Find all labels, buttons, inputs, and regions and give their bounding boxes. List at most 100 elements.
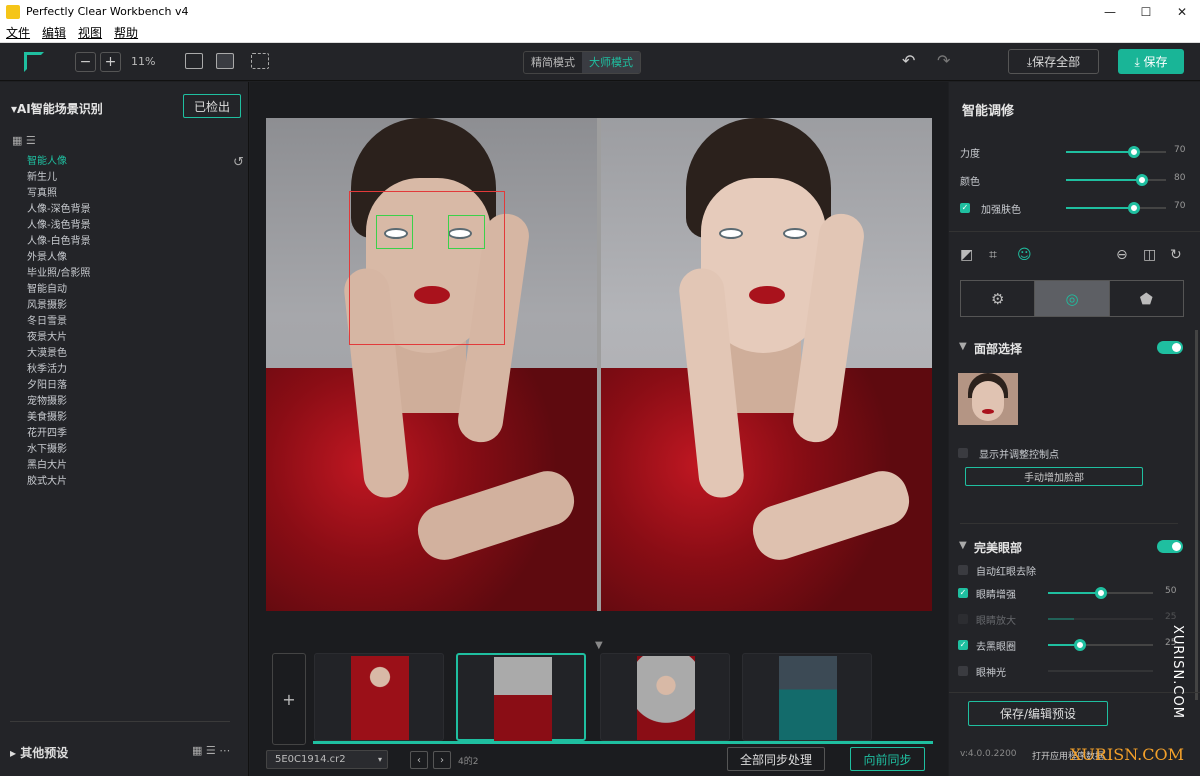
- dark-circle-checkbox[interactable]: ✓: [958, 640, 968, 650]
- panel-scrollbar[interactable]: [1195, 330, 1198, 700]
- minimize-button[interactable]: —: [1092, 0, 1128, 23]
- slider-handle[interactable]: [1136, 174, 1148, 186]
- list-item[interactable]: 风景摄影: [27, 298, 91, 314]
- list-item[interactable]: 冬日雪景: [27, 314, 91, 330]
- slider-handle[interactable]: [1094, 587, 1107, 599]
- mode-master[interactable]: 大师模式: [582, 52, 640, 73]
- list-item[interactable]: 外景人像: [27, 250, 91, 266]
- list-item[interactable]: 新生儿: [27, 170, 91, 186]
- crop-icon[interactable]: ⌗: [989, 247, 997, 263]
- mode-simple[interactable]: 精简模式: [524, 52, 582, 73]
- list-item[interactable]: 宠物摄影: [27, 394, 91, 410]
- eye-enhance-checkbox[interactable]: ✓: [958, 588, 968, 598]
- color-slider[interactable]: 颜色 80: [960, 173, 1190, 188]
- eye-detection-box: [376, 215, 413, 249]
- catchlight-checkbox[interactable]: [958, 666, 968, 676]
- preset-view-icons[interactable]: ▦ ☰ ⋯: [192, 744, 230, 757]
- compare-view-icon[interactable]: [251, 53, 269, 69]
- tab-beautify-icon[interactable]: ◎: [1035, 281, 1110, 316]
- slider-handle[interactable]: [1073, 639, 1086, 651]
- menu-help[interactable]: 帮助: [114, 24, 138, 41]
- other-presets-header[interactable]: ▸ 其他预设: [10, 744, 68, 761]
- tab-effects-icon[interactable]: ⬟: [1110, 281, 1183, 316]
- flip-vertical-icon[interactable]: ⊖: [1116, 247, 1128, 263]
- skin-tone-slider[interactable]: ✓ 加强肤色 70: [960, 201, 1190, 216]
- save-preset-button[interactable]: 保存/编辑预设: [968, 701, 1108, 726]
- thumbnail[interactable]: [314, 653, 444, 741]
- red-eye-checkbox[interactable]: [958, 565, 968, 575]
- catchlight-row[interactable]: 眼神光: [958, 664, 1188, 679]
- app-logo-icon: [24, 52, 44, 72]
- rotate-icon[interactable]: ↻: [1170, 247, 1182, 263]
- list-item[interactable]: 水下摄影: [27, 442, 91, 458]
- face-icon[interactable]: ☺: [1017, 247, 1032, 263]
- list-item[interactable]: 夕阳日落: [27, 378, 91, 394]
- single-view-icon[interactable]: [185, 53, 203, 69]
- show-points-checkbox[interactable]: [958, 448, 968, 458]
- undo-icon[interactable]: ↶: [902, 51, 915, 70]
- close-button[interactable]: ✕: [1164, 0, 1200, 23]
- tab-adjust-icon[interactable]: ⚙: [961, 281, 1036, 316]
- perfect-eyes-toggle[interactable]: [1157, 540, 1183, 553]
- slider-handle[interactable]: [1128, 202, 1140, 214]
- flip-horizontal-icon[interactable]: ◫: [1143, 247, 1156, 263]
- menu-file[interactable]: 文件: [6, 24, 30, 41]
- next-button[interactable]: ›: [433, 751, 451, 769]
- zoom-out-button[interactable]: −: [75, 52, 96, 72]
- perspective-icon[interactable]: ◩: [960, 247, 973, 263]
- skin-tone-checkbox[interactable]: ✓: [960, 203, 970, 213]
- perfect-eyes-title: 完美眼部: [974, 541, 1023, 555]
- list-item[interactable]: 智能人像: [27, 154, 91, 170]
- collapse-icon[interactable]: ▼: [959, 540, 967, 551]
- thumbnail[interactable]: [600, 653, 730, 741]
- list-item[interactable]: 夜景大片: [27, 330, 91, 346]
- face-select-toggle[interactable]: [1157, 341, 1183, 354]
- zoom-in-button[interactable]: +: [100, 52, 121, 72]
- sync-all-button[interactable]: 全部同步处理: [727, 747, 825, 771]
- thumbnail[interactable]: [742, 653, 872, 741]
- eye-enhance-slider[interactable]: ✓ 眼睛增强 50: [958, 586, 1188, 601]
- list-item[interactable]: 写真照: [27, 186, 91, 202]
- save-button[interactable]: ⤓ 保存: [1118, 49, 1184, 74]
- list-item[interactable]: 花开四季: [27, 426, 91, 442]
- list-item[interactable]: 美食摄影: [27, 410, 91, 426]
- collapse-arrow-icon[interactable]: ▼: [595, 640, 603, 651]
- list-item[interactable]: 黑白大片: [27, 458, 91, 474]
- list-item[interactable]: 胶式大片: [27, 474, 91, 490]
- detected-button[interactable]: 已检出: [183, 94, 241, 118]
- reset-icon[interactable]: ↺: [233, 155, 244, 170]
- dark-circle-slider[interactable]: ✓ 去黑眼圈 25: [958, 638, 1188, 653]
- original-photo[interactable]: [266, 118, 597, 611]
- redo-icon[interactable]: ↷: [937, 51, 950, 70]
- list-item[interactable]: 毕业照/合影照: [27, 266, 91, 282]
- scene-panel-title[interactable]: ▾AI智能场景识别: [11, 100, 103, 117]
- sync-forward-button[interactable]: 向前同步: [850, 747, 925, 771]
- thumbnail-selected[interactable]: [456, 653, 586, 741]
- save-all-button[interactable]: ⤓保存全部: [1008, 49, 1099, 74]
- collapse-icon[interactable]: ▼: [959, 341, 967, 352]
- eye-enlarge-checkbox[interactable]: [958, 614, 968, 624]
- list-item[interactable]: 人像-浅色背景: [27, 218, 91, 234]
- file-select[interactable]: 5E0C1914.cr2 ▾: [266, 750, 388, 769]
- menu-view[interactable]: 视图: [78, 24, 102, 41]
- list-item[interactable]: 秋季活力: [27, 362, 91, 378]
- view-toggle-icons[interactable]: ▦ ☰: [12, 134, 36, 147]
- face-thumbnail[interactable]: [958, 373, 1018, 425]
- slider-value: 70: [1174, 201, 1186, 211]
- add-image-button[interactable]: +: [272, 653, 306, 745]
- menu-edit[interactable]: 编辑: [42, 24, 66, 41]
- eye-enlarge-slider[interactable]: 眼睛放大 25: [958, 612, 1188, 627]
- corrected-photo[interactable]: [601, 118, 932, 611]
- list-item[interactable]: 人像-白色背景: [27, 234, 91, 250]
- slider-handle[interactable]: [1128, 146, 1140, 158]
- red-eye-label: 自动红眼去除: [976, 567, 1036, 578]
- maximize-button[interactable]: ☐: [1128, 0, 1164, 23]
- list-item[interactable]: 智能自动: [27, 282, 91, 298]
- strength-slider[interactable]: 力度 70: [960, 145, 1190, 160]
- list-item[interactable]: 人像-深色背景: [27, 202, 91, 218]
- list-item[interactable]: 大漠景色: [27, 346, 91, 362]
- split-view-icon[interactable]: [216, 53, 234, 69]
- prev-button[interactable]: ‹: [410, 751, 428, 769]
- filmstrip-scrollbar[interactable]: [313, 741, 933, 744]
- manual-add-face-button[interactable]: 手动增加脸部: [965, 467, 1143, 486]
